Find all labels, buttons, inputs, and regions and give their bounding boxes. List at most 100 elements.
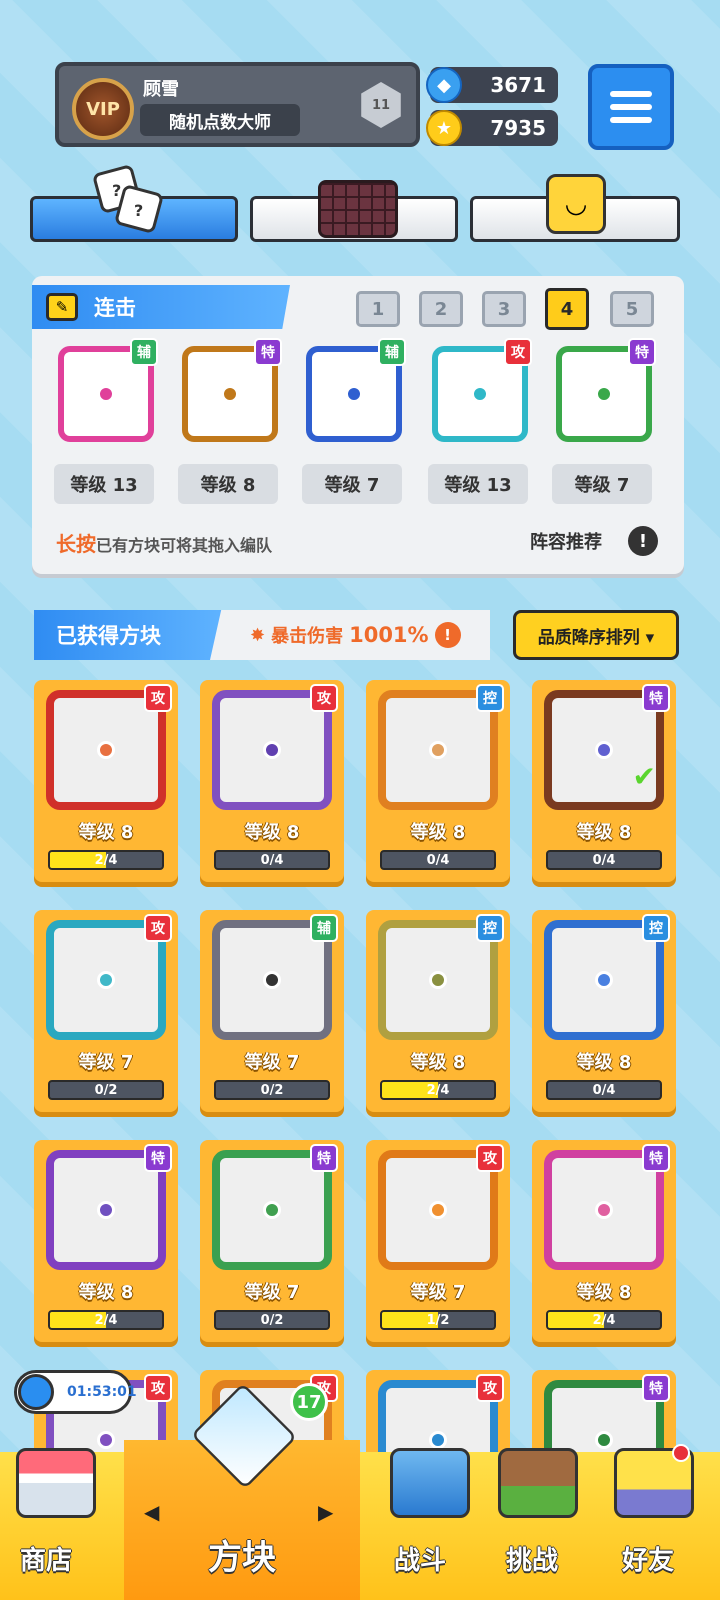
player-title: 随机点数大师 <box>140 104 300 136</box>
dice-type-tag: 辅 <box>378 338 406 366</box>
dice-card[interactable]: 控等级 8 0/4 <box>366 680 510 882</box>
card-level: 等级 7 <box>244 1282 300 1303</box>
dice-card[interactable]: 攻等级 8 0/4 <box>200 680 344 882</box>
dice-pip <box>429 1431 447 1449</box>
dice-type-tag: 辅 <box>310 914 338 942</box>
progress-text: 0/4 <box>592 1082 616 1098</box>
dice-type-tag: 攻 <box>144 684 172 712</box>
deck-tab-5[interactable]: 5 <box>610 291 654 327</box>
progress-text: 0/2 <box>260 1082 284 1098</box>
recommend-button[interactable]: 阵容推荐 <box>530 528 602 554</box>
dice-type-tag: 攻 <box>504 338 532 366</box>
progress-text: 0/4 <box>260 852 284 868</box>
crit-damage[interactable]: ✸ 暴击伤害 1001% ! <box>210 610 490 660</box>
vip-avatar[interactable]: VIP <box>72 78 134 140</box>
dice-pip <box>429 1201 447 1219</box>
dice-pip <box>263 971 281 989</box>
card-level: 等级 8 <box>576 1282 632 1303</box>
sort-dropdown[interactable]: 品质降序排列 ▾ <box>513 610 679 660</box>
upgrade-progress-bar: 0/2 <box>214 1080 330 1100</box>
drag-hint: 长按已有方块可将其拖入编队 <box>56 528 272 557</box>
dice-type-tag: 特 <box>642 1144 670 1172</box>
dice-level: 等级 8 <box>178 464 278 504</box>
dice-card[interactable]: 控等级 8 2/4 <box>366 910 510 1112</box>
card-level: 等级 8 <box>410 1052 466 1073</box>
gem-icon: ◆ <box>426 67 462 103</box>
player-name: 顾雪 <box>143 79 179 100</box>
crit-info-icon[interactable]: ! <box>434 622 461 648</box>
dice-pip <box>97 1431 115 1449</box>
deck-tab-3[interactable]: 3 <box>482 291 526 327</box>
dice-card[interactable]: 攻等级 7 1/2 <box>366 1140 510 1342</box>
upgrade-progress-bar: 0/2 <box>214 1310 330 1330</box>
crit-label: 暴击伤害 <box>271 626 344 647</box>
card-level: 等级 7 <box>410 1282 466 1303</box>
clock-icon <box>18 1374 54 1410</box>
dice-icon: ?? <box>92 164 164 236</box>
challenge-icon <box>498 1448 578 1518</box>
dice-type-tag: 特 <box>310 1144 338 1172</box>
dice-pip <box>429 741 447 759</box>
dice-type-tag: 特 <box>628 338 656 366</box>
dice-type-tag: 控 <box>476 684 504 712</box>
dice-card[interactable]: 攻等级 8 2/4 <box>34 680 178 882</box>
nav-dice[interactable]: 方块 <box>208 1530 276 1579</box>
progress-text: 0/2 <box>260 1312 284 1328</box>
dice-pip <box>595 385 613 403</box>
nav-right-arrow[interactable]: ▶ <box>318 1500 333 1524</box>
dice-card[interactable]: 辅等级 7 0/2 <box>200 910 344 1112</box>
card-level: 等级 7 <box>244 1052 300 1073</box>
dice-pip <box>595 1201 613 1219</box>
smile-icon: ◡ <box>546 174 606 234</box>
deck-tab-4[interactable]: 4 <box>545 288 589 330</box>
nav-shop[interactable]: 商店 <box>20 1540 72 1577</box>
board-icon <box>318 180 398 238</box>
dice-type-tag: 攻 <box>476 1374 504 1402</box>
hint-bold: 长按 <box>56 532 96 556</box>
dice-pip <box>97 1201 115 1219</box>
dice-card[interactable]: 攻等级 7 0/2 <box>34 910 178 1112</box>
hint-text: 已有方块可将其拖入编队 <box>96 536 273 555</box>
menu-button[interactable] <box>588 64 674 150</box>
dice-card[interactable]: 控等级 8 0/4 <box>532 910 676 1112</box>
dice-type-tag: 攻 <box>144 914 172 942</box>
dice-pip <box>97 385 115 403</box>
dice-pip <box>97 741 115 759</box>
nav-left-arrow[interactable]: ◀ <box>144 1500 159 1524</box>
shop-icon <box>16 1448 96 1518</box>
progress-text: 2/4 <box>592 1312 616 1328</box>
dice-card[interactable]: 特 ✔ 等级 8 0/4 <box>532 680 676 882</box>
deck-tab-1[interactable]: 1 <box>356 291 400 327</box>
card-level: 等级 7 <box>78 1052 134 1073</box>
deck-tab-2[interactable]: 2 <box>419 291 463 327</box>
progress-text: 0/2 <box>94 1082 118 1098</box>
dice-pip <box>221 385 239 403</box>
dice-type-tag: 攻 <box>144 1374 172 1402</box>
edit-icon[interactable]: ✎ <box>46 293 78 321</box>
info-icon[interactable]: ! <box>628 526 658 556</box>
coin-icon: ★ <box>426 110 462 146</box>
nav-friends[interactable]: 好友 <box>622 1540 674 1577</box>
dice-card[interactable]: 特等级 8 2/4 <box>34 1140 178 1342</box>
upgrade-progress-bar: 2/4 <box>48 850 164 870</box>
dice-type-tag: 特 <box>642 1374 670 1402</box>
nav-challenge[interactable]: 挑战 <box>506 1540 558 1577</box>
coin-value: 7935 <box>490 116 546 140</box>
crit-value: 1001% <box>349 623 429 647</box>
upgrade-progress-bar: 0/4 <box>380 850 496 870</box>
card-level: 等级 8 <box>576 1052 632 1073</box>
svg-text:?: ? <box>134 201 143 220</box>
progress-text: 2/4 <box>94 1312 118 1328</box>
upgrade-progress-bar: 0/2 <box>48 1080 164 1100</box>
dice-type-tag: 控 <box>642 914 670 942</box>
nav-battle[interactable]: 战斗 <box>394 1540 446 1577</box>
dice-card[interactable]: 特等级 7 0/2 <box>200 1140 344 1342</box>
dice-pip <box>595 1431 613 1449</box>
progress-text: 0/4 <box>592 852 616 868</box>
dice-level: 等级 7 <box>552 464 652 504</box>
upgrade-progress-bar: 2/4 <box>380 1080 496 1100</box>
dice-card[interactable]: 特等级 8 2/4 <box>532 1140 676 1342</box>
card-level: 等级 8 <box>576 822 632 843</box>
dice-type-tag: 特 <box>254 338 282 366</box>
progress-text: 2/4 <box>94 852 118 868</box>
